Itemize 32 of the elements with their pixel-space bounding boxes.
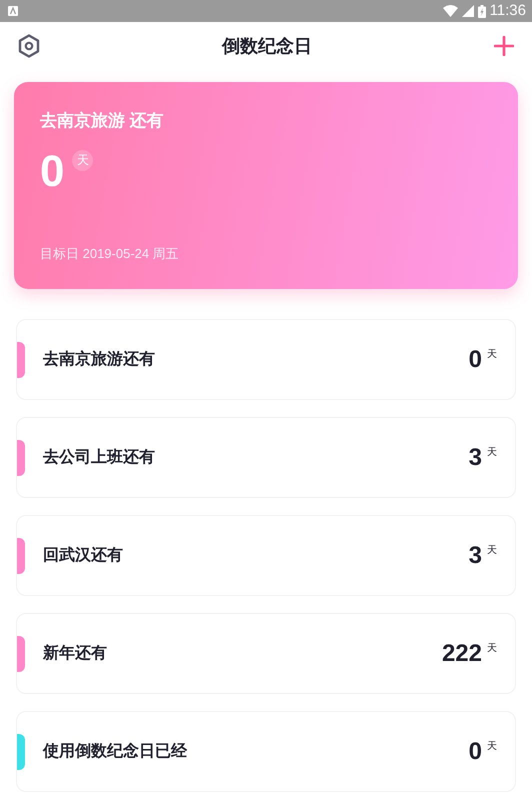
days-count: 0 bbox=[468, 348, 482, 372]
day-unit: 天 bbox=[487, 642, 497, 656]
days-count: 3 bbox=[468, 544, 482, 568]
notification-icon bbox=[8, 6, 18, 16]
countdown-item[interactable]: 去南京旅游还有 0 天 bbox=[16, 319, 516, 400]
countdown-item[interactable]: 去公司上班还有 3 天 bbox=[16, 417, 516, 498]
days-count: 222 bbox=[442, 642, 482, 666]
status-time: 11:36 bbox=[490, 0, 526, 21]
battery-icon bbox=[478, 4, 486, 18]
target-date: 目标日 2019-05-24 周五 bbox=[40, 244, 180, 262]
event-name: 使用倒数纪念日已经 bbox=[43, 742, 187, 762]
event-title: 去南京旅游 还有 bbox=[40, 110, 165, 132]
page-title: 倒数纪念日 bbox=[222, 34, 312, 58]
day-unit: 天 bbox=[72, 150, 94, 170]
days-count: 0 bbox=[468, 740, 482, 764]
day-unit: 天 bbox=[487, 544, 497, 558]
signal-icon bbox=[462, 5, 474, 17]
countdown-item[interactable]: 使用倒数纪念日已经 0 天 bbox=[16, 711, 516, 792]
days-count: 0 bbox=[40, 150, 64, 194]
countdown-item[interactable]: 新年还有 222 天 bbox=[16, 613, 516, 694]
days-count: 3 bbox=[468, 446, 482, 470]
day-unit: 天 bbox=[487, 348, 497, 362]
day-unit: 天 bbox=[487, 740, 497, 754]
event-name: 去南京旅游还有 bbox=[43, 349, 155, 370]
countdown-item[interactable]: 回武汉还有 3 天 bbox=[16, 515, 516, 596]
add-icon[interactable] bbox=[494, 36, 514, 56]
event-name: 回武汉还有 bbox=[43, 546, 123, 566]
event-name: 新年还有 bbox=[43, 643, 107, 664]
wifi-icon bbox=[442, 5, 458, 17]
settings-icon[interactable] bbox=[18, 34, 40, 58]
event-name: 去公司上班还有 bbox=[43, 448, 155, 468]
day-unit: 天 bbox=[487, 446, 497, 460]
